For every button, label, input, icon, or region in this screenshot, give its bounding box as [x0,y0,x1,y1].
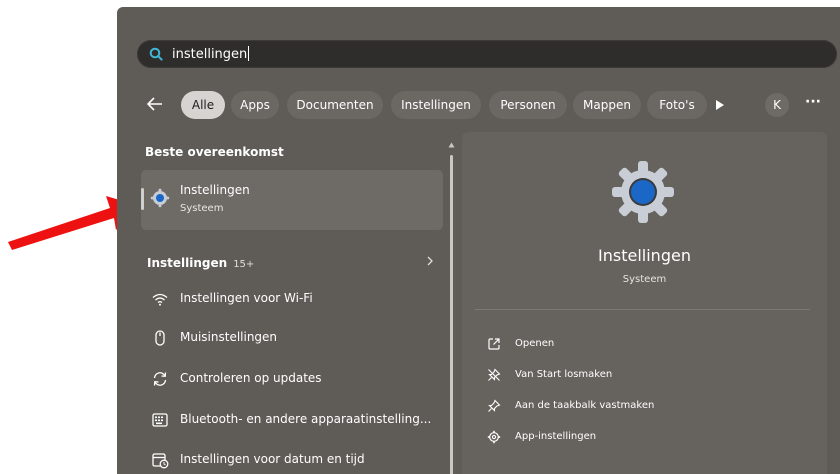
text-caret [248,46,250,61]
selection-indicator [141,188,144,210]
settings-app-icon [612,161,674,223]
filter-chip-all[interactable]: Alle [181,91,225,119]
open-external-icon [488,338,500,350]
result-item-bluetooth-devices[interactable]: Bluetooth- en andere apparaatinstelling.… [151,409,446,431]
play-more-filters-icon[interactable] [715,99,725,111]
settings-group-count: 15+ [233,259,255,270]
detail-pane: Instellingen Systeem Openen Van Start lo… [462,132,827,474]
result-label: Bluetooth- en andere apparaatinstelling.… [180,412,432,426]
result-item-updates[interactable]: Controleren op updates [151,368,446,390]
action-open[interactable]: Openen [487,336,787,354]
result-label: Instellingen voor Wi-Fi [180,291,313,305]
result-item-mouse[interactable]: Muisinstellingen [151,327,446,349]
best-match-item[interactable]: Instellingen Systeem [141,170,443,230]
filter-chip-people[interactable]: Personen [489,91,567,119]
action-app-settings[interactable]: App-instellingen [487,429,787,447]
start-search-panel: instellingen Alle Apps Documenten Instel… [117,7,840,474]
best-match-heading: Beste overeenkomst [145,145,284,159]
result-label: Muisinstellingen [180,330,278,344]
search-input[interactable]: instellingen [172,46,250,62]
filter-chip-settings[interactable]: Instellingen [391,91,481,119]
back-arrow-icon[interactable] [145,94,165,114]
result-label: Instellingen voor datum en tijd [180,452,365,466]
result-item-date-time[interactable]: Instellingen voor datum en tijd [151,449,446,471]
result-label: Controleren op updates [180,371,322,385]
keyboard-icon [152,413,168,427]
scroll-up-arrow-icon[interactable] [448,142,455,148]
gear-icon [487,430,501,444]
best-match-name: Instellingen [180,183,250,197]
result-item-wifi[interactable]: Instellingen voor Wi-Fi [151,288,446,310]
best-match-subtitle: Systeem [180,203,224,214]
wifi-icon [152,293,168,306]
action-pin-taskbar[interactable]: Aan de taakbalk vastmaken [487,398,787,416]
detail-title: Instellingen [598,246,691,265]
account-avatar[interactable]: K [765,93,789,117]
chevron-right-icon [427,256,433,266]
filter-chip-apps[interactable]: Apps [231,91,279,119]
filter-chip-documents[interactable]: Documenten [287,91,383,119]
action-label: Van Start losmaken [515,369,613,380]
action-label: App-instellingen [515,431,597,442]
action-unpin-start[interactable]: Van Start losmaken [487,367,787,385]
refresh-icon [153,372,167,386]
action-label: Aan de taakbalk vastmaken [515,400,655,411]
search-bar[interactable]: instellingen [137,40,837,68]
results-list: Beste overeenkomst Instellingen Systeem … [117,132,462,474]
pin-icon [488,399,501,412]
action-label: Openen [515,338,555,349]
settings-group-label: Instellingen [147,256,228,270]
mouse-icon [155,330,165,346]
calendar-clock-icon [152,453,169,469]
detail-subtitle: Systeem [622,274,667,285]
search-icon [149,47,163,61]
more-options-icon[interactable]: ··· [805,94,821,110]
unpin-icon [488,368,501,381]
settings-group-header[interactable]: Instellingen 15+ [147,252,442,272]
settings-gear-icon [150,188,170,208]
detail-divider [475,309,810,310]
results-scrollbar-thumb[interactable] [450,155,453,474]
filter-chip-photos[interactable]: Foto's [647,91,707,119]
filter-chip-folders[interactable]: Mappen [573,91,641,119]
